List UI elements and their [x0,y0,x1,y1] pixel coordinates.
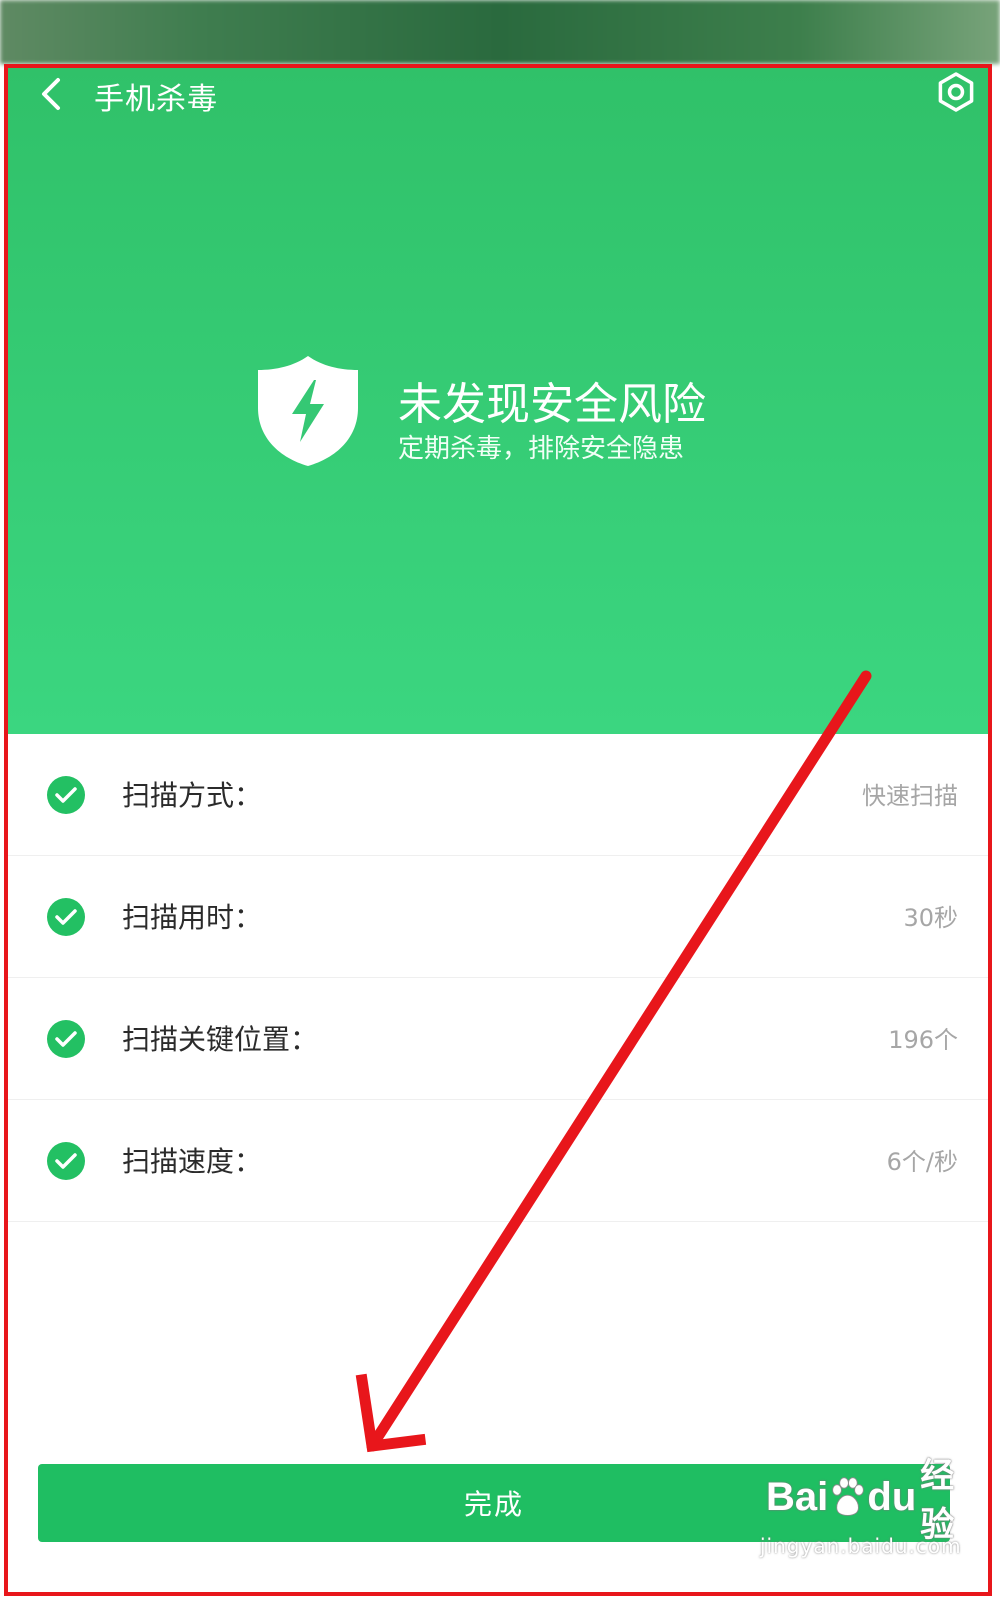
check-circle-icon [47,776,85,814]
check-circle-icon [47,1020,85,1058]
check-circle-icon [47,898,85,936]
result-row-scan-duration: 扫描用时： 30秒 [8,856,988,978]
scan-result-list: 扫描方式： 快速扫描 扫描用时： 30秒 扫描关键位置： 196个 扫描速度： … [8,734,988,1222]
chevron-left-icon [42,78,60,110]
status-subtitle: 定期杀毒，排除安全隐患 [398,434,685,464]
status-title: 未发现安全风险 [398,379,706,430]
done-button[interactable]: 完成 [38,1464,950,1542]
result-row-key-locations: 扫描关键位置： 196个 [8,978,988,1100]
toolbar: 手机杀毒 [8,68,988,120]
result-value: 6个/秒 [886,1148,958,1176]
result-value: 30秒 [903,904,958,932]
page-title: 手机杀毒 [94,82,218,117]
shield-bolt-icon [258,356,358,466]
result-row-scan-speed: 扫描速度： 6个/秒 [8,1100,988,1222]
hex-gear-icon [938,72,974,112]
settings-button[interactable] [932,68,980,116]
scan-status: 未发现安全风险 定期杀毒，排除安全隐患 [256,348,776,478]
hero-panel: 手机杀毒 未发现安全风险 定期杀毒，排除安全隐患 [8,68,988,734]
result-label: 扫描用时： [122,901,263,934]
back-button[interactable] [30,72,74,116]
blurred-status-bar [0,0,1000,64]
result-value: 快速扫描 [862,782,958,810]
result-label: 扫描关键位置： [122,1023,319,1056]
annotation-frame: 手机杀毒 未发现安全风险 定期杀毒，排除安全隐患 扫描方式： 快速扫描 扫描用时… [4,64,992,1596]
result-value: 196个 [888,1026,958,1054]
check-circle-icon [47,1142,85,1180]
result-label: 扫描速度： [122,1145,263,1178]
result-row-scan-mode: 扫描方式： 快速扫描 [8,734,988,856]
result-label: 扫描方式： [122,779,263,812]
